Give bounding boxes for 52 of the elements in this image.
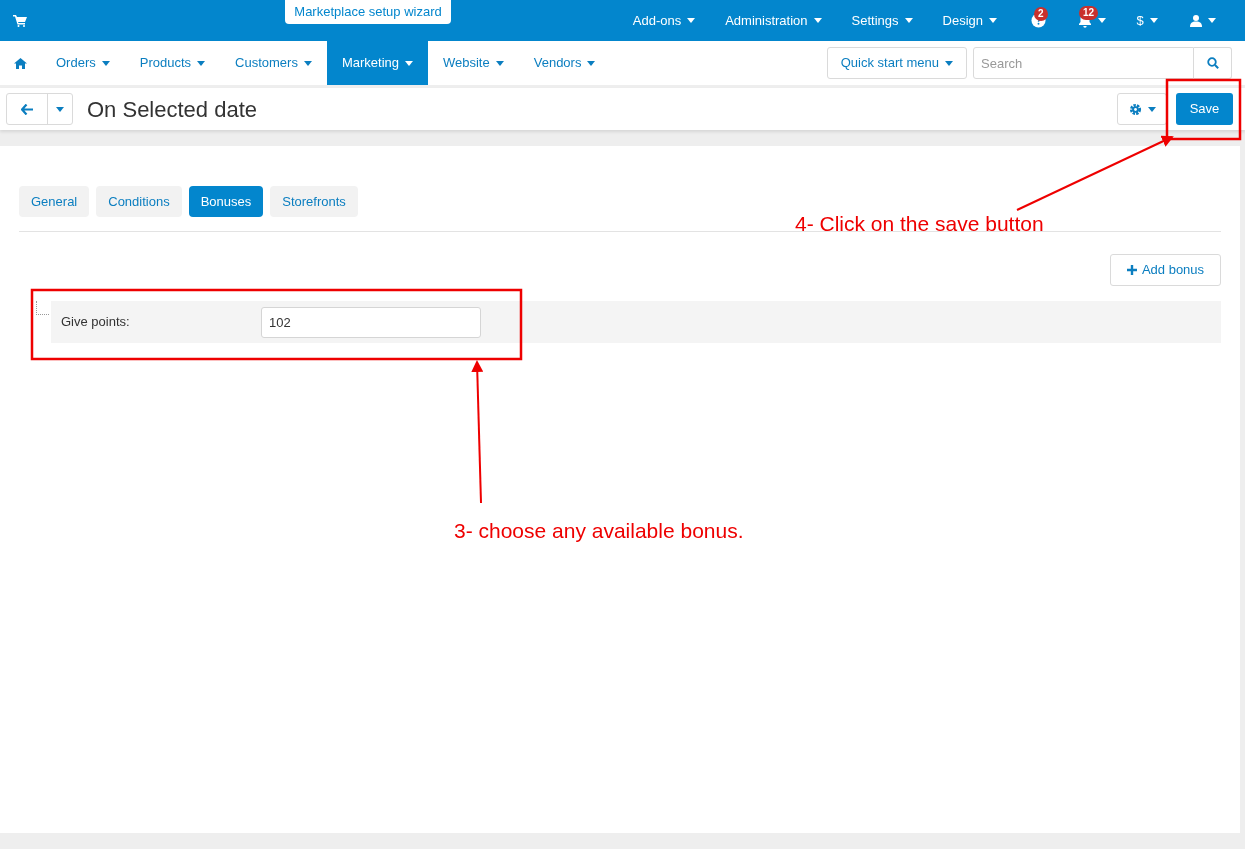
annotation-text: 3- choose any available bonus. (454, 518, 744, 544)
wizard-tab[interactable]: Marketplace setup wizard (285, 0, 451, 24)
nav-item[interactable]: Website (428, 41, 519, 85)
settings-button[interactable] (1117, 93, 1167, 125)
badge: 12 (1079, 6, 1099, 20)
caret-icon (587, 60, 596, 66)
top-menu[interactable]: Administration (710, 0, 837, 41)
nav-item[interactable]: Orders (41, 41, 125, 85)
caret-icon (56, 106, 64, 112)
nav-item[interactable]: Products (124, 41, 221, 85)
caret-icon (945, 60, 953, 66)
gear-icon (1128, 102, 1142, 116)
home-icon[interactable] (14, 57, 27, 69)
caret-icon (1149, 18, 1158, 23)
bonus-label: Give points: (61, 313, 131, 332)
currency-menu[interactable]: $ (1119, 0, 1175, 41)
page-title: On Selected date (87, 95, 257, 124)
points-input[interactable]: 102 (261, 306, 481, 338)
tab[interactable]: Storefronts (270, 186, 358, 217)
search-icon (1206, 57, 1219, 69)
tab[interactable]: General (19, 186, 90, 217)
search-field[interactable]: Search (973, 47, 1194, 79)
add-bonus-button[interactable]: Add bonus (1110, 254, 1221, 286)
caret-icon (813, 18, 822, 23)
caret-icon (1147, 106, 1156, 112)
caret-icon (303, 60, 312, 66)
badge: 2 (1034, 7, 1048, 21)
caret-icon (101, 60, 110, 66)
back-arrow-icon (21, 103, 33, 115)
annotation-text: 4- Click on the save button (795, 211, 1044, 237)
caret-icon (495, 60, 504, 66)
caret-icon (904, 18, 913, 23)
search-button[interactable] (1194, 47, 1232, 79)
quick-start-button[interactable]: Quick start menu (826, 47, 967, 79)
nav-item[interactable]: Customers (220, 41, 327, 85)
tab[interactable]: Conditions (96, 186, 182, 217)
save-button[interactable]: Save (1176, 93, 1233, 125)
user-icon[interactable] (1190, 14, 1202, 27)
caret-icon (1097, 18, 1106, 23)
top-menu[interactable]: Add-ons (617, 0, 711, 41)
caret-icon (1208, 18, 1216, 23)
nav-item[interactable]: Vendors (518, 41, 611, 85)
nav-item[interactable]: Marketing (326, 41, 428, 85)
cart-icon (13, 14, 27, 27)
plus-icon (1126, 265, 1137, 275)
top-menu[interactable]: Design (927, 0, 1012, 41)
tab[interactable]: Bonuses (188, 186, 264, 217)
caret-icon (989, 18, 997, 23)
caret-icon (197, 60, 206, 66)
caret-icon (405, 60, 413, 66)
caret-icon (687, 18, 696, 23)
top-menu[interactable]: Settings (836, 0, 928, 41)
